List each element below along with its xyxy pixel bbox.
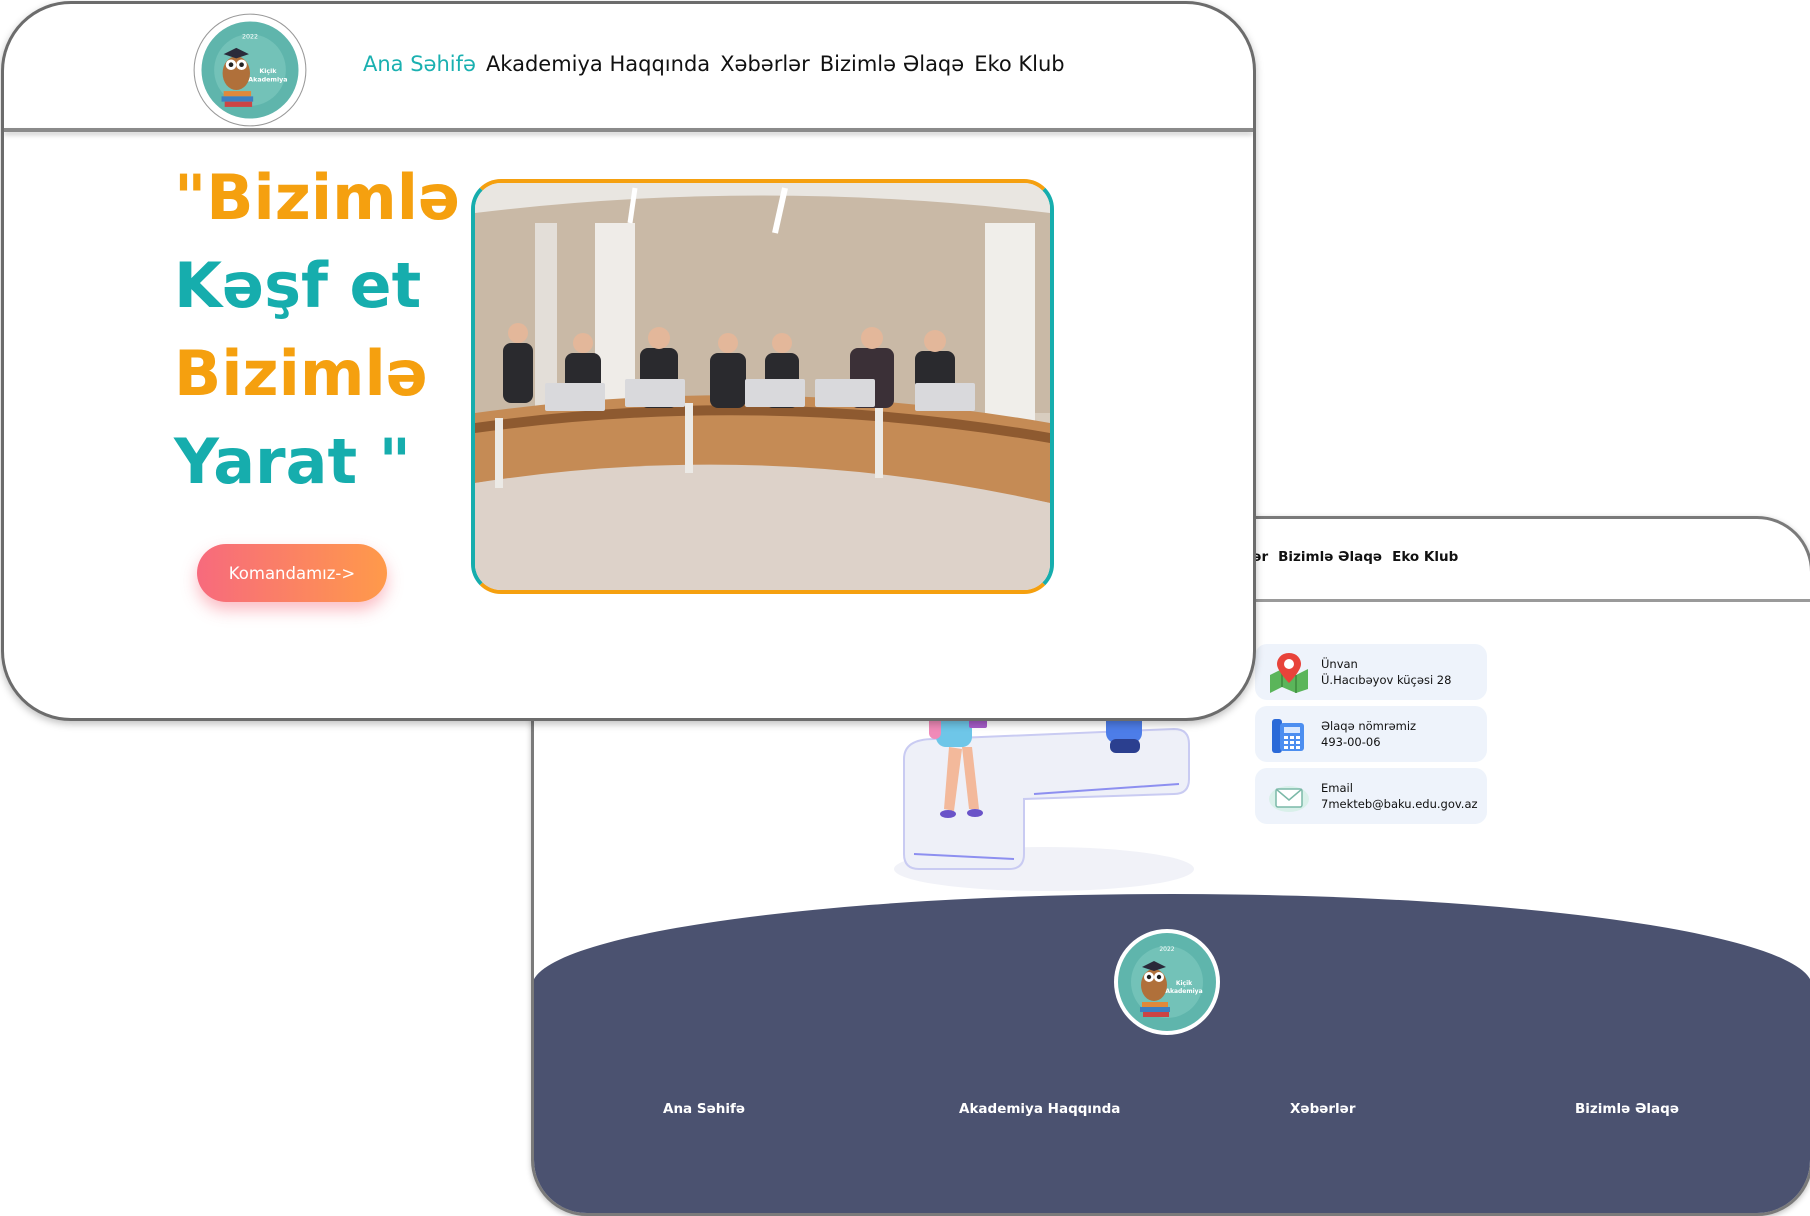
- nav-news[interactable]: Xəbərlər: [720, 52, 810, 76]
- contact-card-address: Ünvan Ü.Hacıbəyov küçəsi 28: [1255, 644, 1487, 700]
- header-divider: [4, 128, 1253, 132]
- headline-line-4: Yarat ": [174, 425, 411, 498]
- footer-nav-news[interactable]: Xəbərlər: [1290, 1101, 1355, 1117]
- hero-headline: "Bizimlə Kəşf et Bizimlə Yarat ": [174, 154, 460, 506]
- logo-year: 2022: [1159, 946, 1174, 953]
- footer-nav-contact[interactable]: Bizimlə Əlaqə: [1575, 1101, 1679, 1117]
- mail-icon: [1263, 770, 1315, 822]
- footer-nav-home[interactable]: Ana Səhifə: [663, 1101, 745, 1117]
- nav-about[interactable]: Akademiya Haqqında: [486, 52, 710, 76]
- nav-eco-club[interactable]: Eko Klub: [1392, 549, 1458, 565]
- phone-title: Əlaqə nömrəmiz: [1321, 719, 1417, 733]
- phone-icon: [1263, 708, 1315, 760]
- phone-value: 493-00-06: [1321, 735, 1381, 749]
- map-pin-icon: [1263, 646, 1315, 698]
- school-logo[interactable]: 2022 Kiçik Akademiya: [192, 12, 308, 128]
- site-footer: 2022 Kiçik Akademiya Ana Səhifə Akademiy…: [534, 894, 1810, 1213]
- email-value[interactable]: 7mekteb@baku.edu.gov.az: [1321, 796, 1478, 812]
- nav-contact[interactable]: Bizimlə Əlaqə: [1278, 549, 1382, 565]
- logo-name-line2: Akademiya: [248, 77, 287, 84]
- top-nav: Ana Səhifə Akademiya Haqqında Xəbərlər B…: [363, 52, 1065, 76]
- address-title: Ünvan: [1321, 657, 1358, 671]
- headline-line-1: "Bizimlə: [174, 161, 461, 234]
- top-nav: rlər Bizimlə Əlaqə Eko Klub: [1241, 549, 1458, 565]
- school-logo: 2022 Kiçik Akademiya: [1114, 929, 1220, 1035]
- hero-photo: [471, 179, 1054, 594]
- footer-nav-about[interactable]: Akademiya Haqqında: [959, 1101, 1120, 1117]
- nav-contact[interactable]: Bizimlə Əlaqə: [820, 52, 964, 76]
- logo-name-line1: Kiçik: [259, 68, 277, 75]
- team-button[interactable]: Komandamız->: [197, 544, 387, 602]
- headline-line-3: Bizimlə: [174, 337, 428, 410]
- footer-nav: Ana Səhifə Akademiya Haqqında Xəbərlər B…: [534, 1101, 1810, 1121]
- classroom-photo: [475, 183, 1050, 590]
- logo-year: 2022: [242, 33, 258, 40]
- nav-home[interactable]: Ana Səhifə: [363, 52, 476, 76]
- home-page-window: 2022 Kiçik Akademiya Ana Səhifə Akademiy…: [1, 1, 1256, 721]
- logo-name-line2: Akademiya: [1165, 988, 1202, 995]
- contact-card-phone: Əlaqə nömrəmiz 493-00-06: [1255, 706, 1487, 762]
- contact-card-email: Email 7mekteb@baku.edu.gov.az: [1255, 768, 1487, 824]
- headline-line-2: Kəşf et: [174, 249, 422, 322]
- address-value: Ü.Hacıbəyov küçəsi 28: [1321, 673, 1452, 687]
- nav-eco-club[interactable]: Eko Klub: [974, 52, 1064, 76]
- logo-name-line1: Kiçik: [1176, 980, 1193, 987]
- email-title: Email: [1321, 781, 1353, 795]
